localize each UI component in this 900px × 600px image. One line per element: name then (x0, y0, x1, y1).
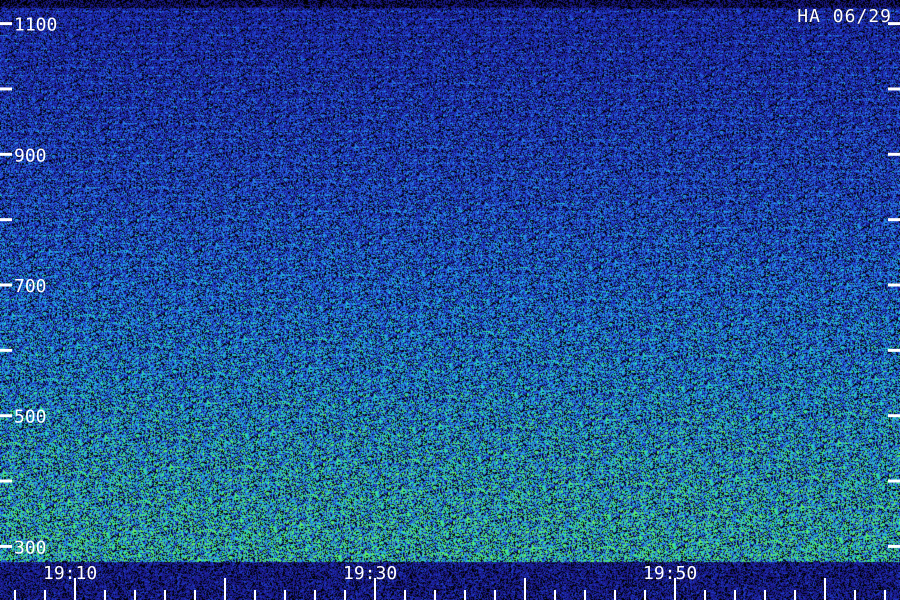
y-tick-label: 900 (14, 145, 47, 166)
y-tick-label: 300 (14, 537, 47, 558)
axes-layer: 1100 900 700 500 300 19:10 19:30 19:50 (0, 15, 900, 600)
y-tick-label: 700 (14, 276, 47, 297)
y-tick-label: 1100 (14, 15, 57, 36)
y-tick-label: 500 (14, 407, 47, 428)
station-date-label: HA 06/29 (797, 6, 892, 27)
x-tick-label: 19:10 (43, 563, 97, 584)
spectrogram-plot: 1100 900 700 500 300 19:10 19:30 19:50 HA 06/29 (0, 0, 900, 600)
x-tick-label: 19:50 (643, 563, 697, 584)
x-tick-label: 19:30 (343, 563, 397, 584)
